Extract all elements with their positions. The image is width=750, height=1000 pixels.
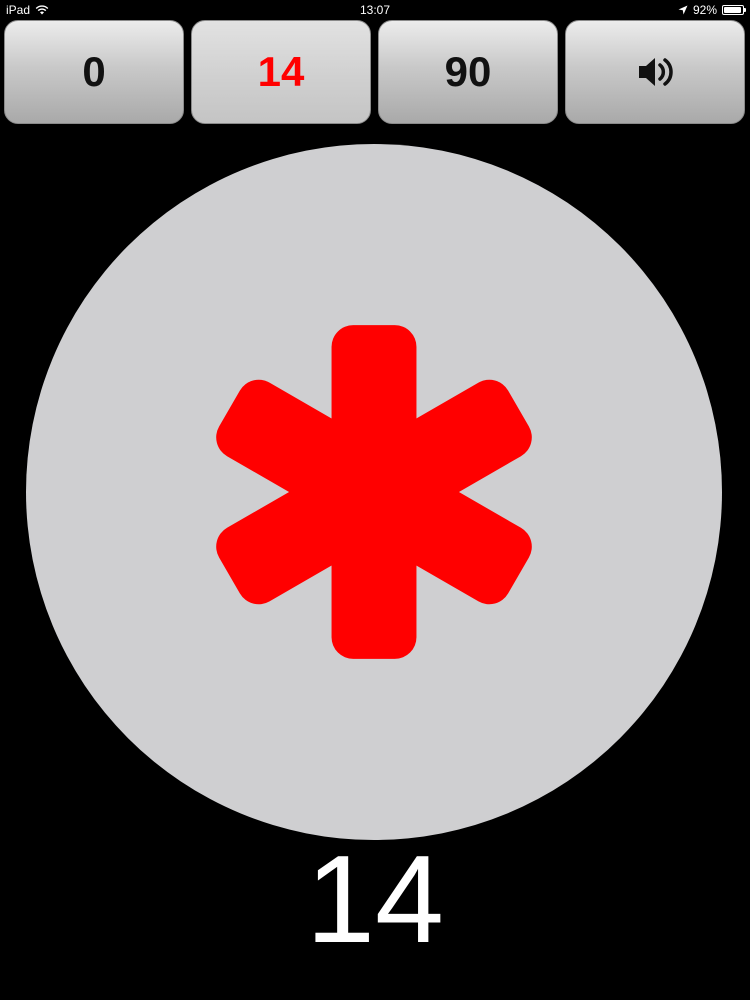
value-button-0-label: 0 bbox=[82, 48, 106, 95]
value-button-90-label: 90 bbox=[444, 48, 492, 95]
toolbar: 0 14 90 bbox=[4, 20, 748, 124]
status-right: 92% bbox=[678, 3, 746, 17]
battery-icon bbox=[722, 5, 746, 15]
status-time: 13:07 bbox=[359, 3, 391, 17]
battery-fill bbox=[724, 7, 741, 13]
asterisk-icon bbox=[216, 325, 532, 659]
value-button-0[interactable]: 0 bbox=[4, 20, 184, 124]
status-bar: iPad 13:07 92% bbox=[0, 0, 750, 20]
current-value-readout: 14 bbox=[306, 831, 444, 969]
speaker-icon bbox=[639, 58, 673, 86]
value-button-14[interactable]: 14 bbox=[191, 20, 371, 124]
value-button-90[interactable]: 90 bbox=[378, 20, 558, 124]
app-screen: iPad 13:07 92% 0 14 90 14 bbox=[0, 0, 750, 1000]
battery-tip bbox=[744, 8, 746, 12]
value-button-14-label: 14 bbox=[257, 48, 305, 95]
battery-percent: 92% bbox=[692, 3, 717, 17]
location-arrow-icon bbox=[678, 5, 688, 15]
sound-button[interactable] bbox=[565, 20, 745, 124]
